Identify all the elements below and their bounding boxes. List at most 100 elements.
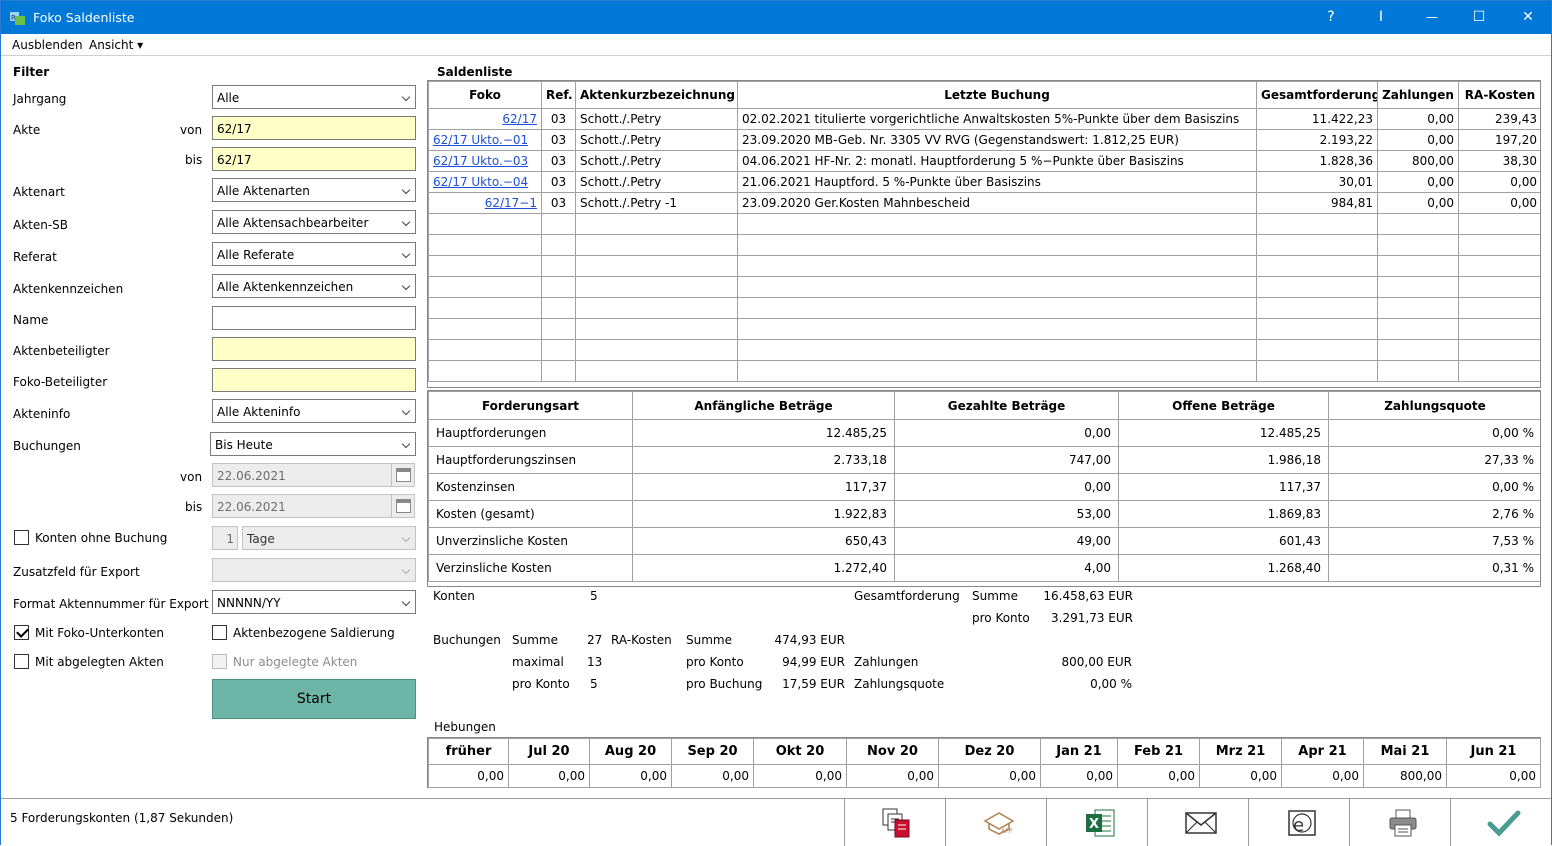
col-aktenkurzbezeichnung[interactable]: Aktenkurzbezeichnung <box>575 81 738 109</box>
table-row[interactable]: 62/17 03 Schott./.Petry 02.02.2021 titul… <box>428 108 1540 130</box>
mit-unterkonten-checkbox[interactable] <box>14 625 29 640</box>
table-row[interactable]: 62/17 Ukto.−04 03 Schott./.Petry 21.06.2… <box>428 171 1540 193</box>
copy-button[interactable] <box>844 799 945 846</box>
minimize-button[interactable]: — <box>1409 1 1455 34</box>
mail-icon <box>1185 812 1217 834</box>
col-gezahlte: Gezahlte Beträge <box>894 391 1119 420</box>
foko-link[interactable]: 62/17 <box>502 112 537 126</box>
table-row: Verzinsliche Kosten 1.272,40 4,00 1.268,… <box>428 554 1540 582</box>
zusatzfeld-label: Zusatzfeld für Export <box>13 565 140 579</box>
aktenbezogen-checkbox[interactable] <box>212 625 227 640</box>
foko-link[interactable]: 62/17 Ukto.−01 <box>433 133 528 147</box>
confirm-button[interactable] <box>1450 799 1551 846</box>
buch-max-label: maximal <box>512 655 564 669</box>
table-row: Kostenzinsen 117,37 0,00 117,37 0,00 % <box>428 473 1540 501</box>
col-forderungsart: Forderungsart <box>428 391 633 420</box>
close-button[interactable]: ✕ <box>1505 1 1551 34</box>
art-cell: Kosten (gesamt) <box>428 500 633 528</box>
mail-button[interactable] <box>1147 799 1248 846</box>
print-button[interactable] <box>1349 799 1450 846</box>
mit-abgelegten-label: Mit abgelegten Akten <box>35 655 164 669</box>
akteninfo-select[interactable]: Alle Akteninfo <box>212 399 416 423</box>
calendar-icon[interactable] <box>391 463 415 487</box>
pin-button[interactable]: I <box>1358 1 1404 34</box>
buchungen-bis-date[interactable]: 22.06.2021 <box>212 494 392 518</box>
ref-cell: 03 <box>541 171 576 193</box>
zahlungen-label: Zahlungen <box>854 655 919 669</box>
aktenbeteiligter-input[interactable] <box>212 337 416 361</box>
dms-button[interactable]: APP <box>945 799 1046 846</box>
konten-label: Konten <box>433 589 475 603</box>
hebung-value: 0,00 <box>1281 764 1364 788</box>
aktenkennzeichen-select[interactable]: Alle Aktenkennzeichen <box>212 274 416 298</box>
hebung-value: 0,00 <box>846 764 939 788</box>
calendar-icon[interactable] <box>391 494 415 518</box>
nur-abgelegte-checkbox[interactable] <box>212 654 227 669</box>
zusatzfeld-select[interactable] <box>212 558 416 582</box>
quote-cell: 7,53 % <box>1328 527 1540 555</box>
quote-cell: 27,33 % <box>1328 446 1540 474</box>
aktenart-select[interactable]: Alle Aktenarten <box>212 178 416 202</box>
empty-row <box>428 339 1540 361</box>
buch-summe-value: 27 <box>587 633 603 647</box>
jahrgang-select[interactable]: Alle <box>212 85 416 109</box>
table-row: Hauptforderungszinsen 2.733,18 747,00 1.… <box>428 446 1540 474</box>
email-button[interactable]: e <box>1248 799 1349 846</box>
menu-hide[interactable]: Ausblenden <box>12 38 83 52</box>
buchungen-label: Buchungen <box>433 633 501 647</box>
col-gesamtforderung[interactable]: Gesamtforderung <box>1256 81 1378 109</box>
nur-abgelegte-label: Nur abgelegte Akten <box>233 655 358 669</box>
foko-link[interactable]: 62/17 Ukto.−04 <box>433 175 528 189</box>
ra-kosten-label: RA-Kosten <box>611 633 672 647</box>
konten-ohne-buchung-unit[interactable]: Tage <box>242 526 416 550</box>
table-row[interactable]: 62/17 Ukto.−03 03 Schott./.Petry 04.06.2… <box>428 150 1540 172</box>
akte-von-input[interactable]: 62/17 <box>212 116 416 140</box>
start-button[interactable]: Start <box>212 679 416 719</box>
buchungen-von-date[interactable]: 22.06.2021 <box>212 463 392 487</box>
gez-cell: 49,00 <box>894 527 1119 555</box>
menu-view[interactable]: Ansicht ▾ <box>89 38 143 52</box>
col-foko[interactable]: Foko <box>428 81 542 109</box>
off-cell: 601,43 <box>1118 527 1329 555</box>
maximize-button[interactable]: ☐ <box>1456 1 1502 34</box>
akte-bis-input[interactable]: 62/17 <box>212 147 416 171</box>
table-row[interactable]: 62/17−1 03 Schott./.Petry -1 23.09.2020 … <box>428 192 1540 214</box>
excel-icon: X <box>1086 809 1115 837</box>
saldenliste-title: Saldenliste <box>437 65 513 79</box>
mit-abgelegten-checkbox[interactable] <box>14 654 29 669</box>
table-row[interactable]: 62/17 Ukto.−01 03 Schott./.Petry 23.09.2… <box>428 129 1540 151</box>
forderungen-table: Forderungsart Anfängliche Beträge Gezahl… <box>428 391 1540 582</box>
hebung-month: früher <box>428 738 509 765</box>
col-letzte-buchung[interactable]: Letzte Buchung <box>737 81 1257 109</box>
konten-ohne-buchung-checkbox[interactable] <box>14 530 29 545</box>
aktensb-select[interactable]: Alle Aktensachbearbeiter <box>212 210 416 234</box>
art-cell: Unverzinsliche Kosten <box>428 527 633 555</box>
zahlungsquote-value: 0,00 % <box>1090 677 1132 691</box>
svg-text:X: X <box>1089 817 1099 832</box>
foko-link[interactable]: 62/17−1 <box>485 196 537 210</box>
buchungen-select[interactable]: Bis Heute <box>210 432 416 456</box>
buchung-cell: 23.09.2020 MB-Geb. Nr. 3305 VV RVG (Gege… <box>737 129 1257 151</box>
hebung-month: Feb 21 <box>1117 738 1200 765</box>
col-zahlungen[interactable]: Zahlungen <box>1377 81 1459 109</box>
ref-cell: 03 <box>541 108 576 130</box>
referat-select[interactable]: Alle Referate <box>212 242 416 266</box>
fokobeteiligter-input[interactable] <box>212 368 416 392</box>
col-ra-kosten[interactable]: RA-Kosten <box>1458 81 1540 109</box>
help-button[interactable]: ? <box>1308 1 1354 34</box>
title-bar: R Foko Saldenliste ? I — ☐ ✕ <box>1 1 1551 34</box>
anf-cell: 650,43 <box>632 527 895 555</box>
excel-button[interactable]: X <box>1046 799 1147 846</box>
hebungen-table-frame: früher Jul 20 Aug 20 Sep 20 Okt 20 Nov 2… <box>427 737 1541 788</box>
foko-link[interactable]: 62/17 Ukto.−03 <box>433 154 528 168</box>
format-select[interactable]: NNNNN/YY <box>212 590 416 614</box>
ra-pro-buchung-value: 17,59 EUR <box>782 677 845 691</box>
konten-ohne-buchung-number[interactable]: 1 <box>212 526 238 550</box>
name-input[interactable] <box>212 306 416 330</box>
col-ref[interactable]: Ref. <box>541 81 576 109</box>
hebung-month: Nov 20 <box>846 738 939 765</box>
window: R Foko Saldenliste ? I — ☐ ✕ Ausblenden … <box>0 0 1552 846</box>
hebung-value: 0,00 <box>1117 764 1200 788</box>
aktenart-label: Aktenart <box>13 185 65 199</box>
empty-row <box>428 234 1540 256</box>
